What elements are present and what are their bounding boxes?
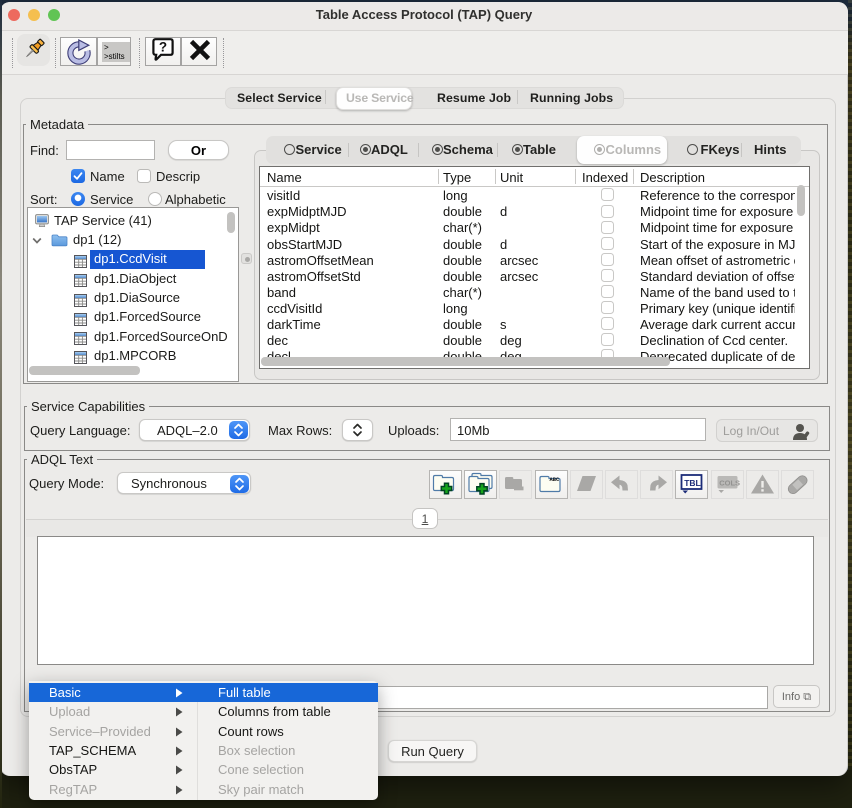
svg-text:COLS: COLS xyxy=(719,479,740,488)
svg-text:TBL: TBL xyxy=(685,478,702,488)
svg-text:?: ? xyxy=(159,40,167,55)
svg-text:ABC: ABC xyxy=(549,477,559,483)
